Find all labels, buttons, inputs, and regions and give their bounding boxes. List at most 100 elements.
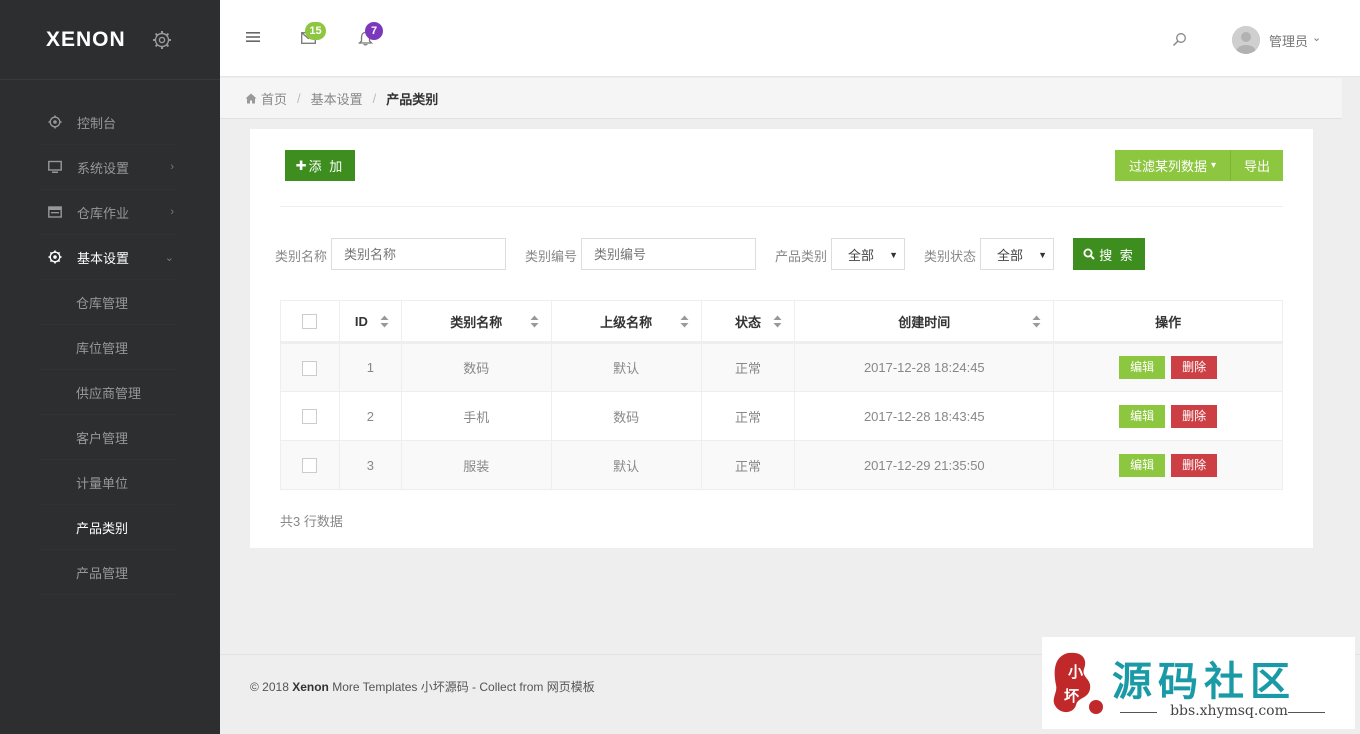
sidebar-item-dashboard[interactable]: 控制台	[40, 100, 176, 145]
cell-category-name: 数码	[400, 341, 552, 392]
category-status-select[interactable]: 全部 ▼	[980, 238, 1054, 270]
column-header-label: 上级名称	[600, 314, 653, 330]
category-status-label: 类别状态	[924, 249, 977, 264]
sidebar-item-label: 控制台	[77, 115, 117, 131]
chevron-down-icon[interactable]: ⌄	[1312, 31, 1321, 44]
home-icon	[245, 93, 257, 103]
filter-columns-label: 过滤某列数据	[1128, 159, 1207, 174]
sidebar-subitem-units[interactable]: 计量单位	[40, 460, 176, 505]
user-name[interactable]: 管理员	[1269, 31, 1308, 50]
sidebar-subitem-product-category[interactable]: 产品类别	[40, 505, 176, 550]
category-code-label: 类别编号	[525, 249, 578, 264]
filter-columns-dropdown[interactable]: 过滤某列数据 ▾	[1115, 150, 1231, 181]
hamburger-menu-icon[interactable]	[246, 30, 260, 44]
main-panel: ✚ 添 加 过滤某列数据 ▾ 导出 类别名称 类别编号 产品类别 全部 ▼ 类别…	[250, 129, 1313, 548]
settings-gear-icon	[48, 250, 62, 264]
column-header-label: 创建时间	[898, 314, 951, 330]
table-row: 1 数码 默认 正常 2017-12-28 18:24:45 编辑 删除	[280, 341, 1283, 392]
product-category-select[interactable]: 全部 ▼	[831, 238, 905, 270]
breadcrumb-separator: /	[372, 90, 377, 106]
sidebar-item-basic-settings[interactable]: 基本设置 ⌄	[40, 235, 176, 280]
category-code-input[interactable]	[581, 238, 756, 270]
search-button[interactable]: 搜 索	[1073, 238, 1145, 270]
sort-icon	[1032, 315, 1041, 328]
select-all-checkbox[interactable]	[302, 314, 318, 330]
chevron-right-icon: ›	[170, 206, 174, 218]
sidebar-menu: 控制台 系统设置 › 仓库作业 › 基本设置 ⌄ 仓库管理 库位管理 供应商管理…	[40, 100, 176, 595]
edit-button[interactable]: 编辑	[1119, 356, 1166, 379]
edit-button[interactable]: 编辑	[1119, 404, 1166, 428]
row-checkbox[interactable]	[302, 458, 318, 474]
sidebar-item-label: 仓库作业	[77, 205, 130, 221]
settings-gear-icon[interactable]	[152, 30, 172, 50]
row-count-text: 共3 行数据	[280, 514, 343, 529]
product-category-label: 产品类别	[775, 249, 828, 264]
avatar[interactable]	[1232, 26, 1260, 54]
cell-id: 3	[338, 440, 402, 490]
topbar: 15 7 管理员 ⌄	[220, 0, 1360, 77]
svg-text:小: 小	[1068, 663, 1083, 681]
category-name-label: 类别名称	[275, 249, 328, 264]
footer-copyright: © 2018 Xenon More Templates 小坏源码 - Colle…	[250, 678, 595, 695]
delete-button[interactable]: 删除	[1171, 453, 1218, 477]
footer-brand: Xenon	[292, 680, 329, 694]
cell-status: 正常	[700, 341, 796, 392]
copyright-text: © 2018	[250, 680, 293, 694]
sidebar: XENON 控制台 系统设置 › 仓库作业 › 基本设置 ⌄ 仓库管理 库位管理…	[0, 0, 220, 734]
category-name-input[interactable]	[331, 238, 506, 270]
delete-button[interactable]: 删除	[1171, 356, 1218, 379]
caret-down-icon: ▼	[889, 250, 898, 260]
sidebar-subitem-supplier-mgmt[interactable]: 供应商管理	[40, 370, 176, 415]
breadcrumb: 首页 / 基本设置 / 产品类别	[220, 78, 1342, 119]
export-button[interactable]: 导出	[1231, 150, 1283, 181]
select-all-header	[280, 300, 340, 343]
column-header-category-name[interactable]: 类别名称	[400, 300, 552, 343]
edit-button[interactable]: 编辑	[1119, 453, 1166, 477]
footer-credits: More Templates 小坏源码 - Collect from 网页模板	[328, 680, 595, 694]
cell-status: 正常	[700, 440, 796, 490]
sidebar-subitem-warehouse-mgmt[interactable]: 仓库管理	[40, 280, 176, 325]
cell-actions: 编辑 删除	[1053, 440, 1283, 490]
sidebar-item-system-settings[interactable]: 系统设置 ›	[40, 145, 176, 190]
sidebar-subitem-product-mgmt[interactable]: 产品管理	[40, 550, 176, 595]
column-header-id[interactable]: ID	[338, 300, 402, 343]
user-avatar-icon	[1232, 26, 1260, 54]
divider	[280, 206, 1283, 207]
notification-count-badge: 7	[365, 22, 383, 40]
breadcrumb-section-link[interactable]: 基本设置	[311, 89, 363, 108]
watermark-seal-logo: 小 坏	[1053, 652, 1103, 714]
search-icon[interactable]	[1172, 32, 1187, 47]
chevron-down-icon: ⌄	[164, 252, 174, 264]
breadcrumb-home-link[interactable]: 首页	[261, 89, 287, 108]
column-header-label: 状态	[734, 314, 761, 330]
sidebar-subitem-location-mgmt[interactable]: 库位管理	[40, 325, 176, 370]
sidebar-item-warehouse-ops[interactable]: 仓库作业 ›	[40, 190, 176, 235]
product-category-value: 全部	[848, 247, 875, 263]
column-header-created-time[interactable]: 创建时间	[794, 300, 1055, 343]
search-icon	[1083, 248, 1095, 260]
cell-parent-name: 默认	[550, 341, 702, 392]
cell-category-name: 手机	[400, 391, 552, 441]
toolbar-button-group: 过滤某列数据 ▾ 导出	[1115, 150, 1283, 181]
sort-icon	[680, 315, 689, 328]
delete-button[interactable]: 删除	[1171, 404, 1218, 428]
add-button[interactable]: ✚ 添 加	[285, 150, 355, 181]
sidebar-subitem-customer-mgmt[interactable]: 客户管理	[40, 415, 176, 460]
caret-down-icon: ▾	[1210, 160, 1217, 171]
warehouse-icon	[48, 206, 62, 218]
row-checkbox[interactable]	[302, 409, 318, 425]
row-checkbox[interactable]	[302, 360, 318, 376]
search-button-label: 搜 索	[1099, 247, 1135, 263]
brand-logo[interactable]: XENON	[46, 28, 126, 52]
cell-created-time: 2017-12-28 18:43:45	[794, 391, 1055, 441]
table-header-row: ID 类别名称 上级名称 状态 创建时间 操作	[280, 300, 1283, 343]
column-header-parent-name[interactable]: 上级名称	[550, 300, 702, 343]
cell-actions: 编辑 删除	[1053, 391, 1283, 441]
cell-id: 1	[338, 341, 402, 392]
watermark-url: bbs.xhymsq.com	[1170, 703, 1288, 719]
cell-parent-name: 默认	[550, 440, 702, 490]
watermark-overlay: 小 坏 源码社区 bbs.xhymsq.com	[1042, 637, 1355, 729]
column-header-status[interactable]: 状态	[700, 300, 796, 343]
column-header-label: ID	[354, 313, 368, 329]
row-select-cell	[280, 440, 340, 490]
